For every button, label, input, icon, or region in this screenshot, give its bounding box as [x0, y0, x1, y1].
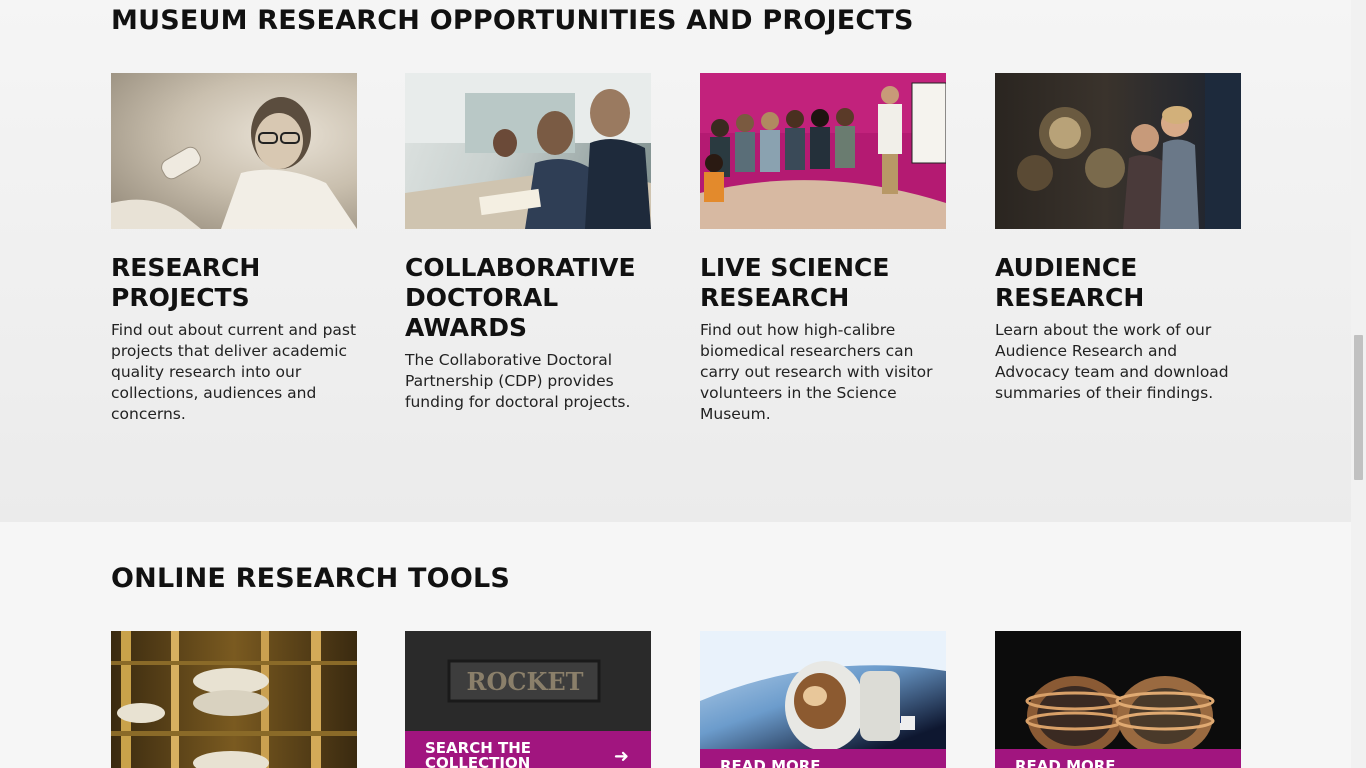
- rocket-plate-photo: ROCKET: [405, 631, 651, 731]
- astronaut-photo: [700, 631, 946, 751]
- read-more-label: READ MORE: [720, 757, 821, 768]
- collaborative-doctoral-image[interactable]: [405, 73, 651, 229]
- machine-visitors-photo: [1017, 73, 1241, 229]
- live-science-image[interactable]: [700, 73, 946, 229]
- search-collection-label: SEARCH THE COLLECTION: [425, 739, 532, 768]
- difference-engine-photo: [111, 631, 357, 768]
- arrow-right-icon: ➜: [613, 746, 629, 767]
- scrollbar-thumb[interactable]: [1354, 335, 1363, 480]
- research-heading: MUSEUM RESEARCH OPPORTUNITIES AND PROJEC…: [111, 5, 914, 36]
- card-research-projects: RESEARCH PROJECTS Find out about current…: [111, 73, 357, 425]
- scientist-photo: [111, 97, 357, 229]
- research-projects-image[interactable]: [111, 73, 357, 229]
- online-tools-section: ONLINE RESEARCH TOOLS ROCKET SEARCH THE …: [0, 522, 1351, 768]
- card-description: Find out about current and past projects…: [111, 321, 357, 423]
- library-photo: [405, 73, 651, 229]
- card-title[interactable]: LIVE SCIENCE RESEARCH: [700, 253, 946, 313]
- vertical-scrollbar[interactable]: [1351, 0, 1366, 768]
- card-audience-research: AUDIENCE RESEARCH Learn about the work o…: [995, 73, 1241, 404]
- card-description: The Collaborative Doctoral Partnership (…: [405, 351, 631, 411]
- page: MUSEUM RESEARCH OPPORTUNITIES AND PROJEC…: [0, 0, 1351, 768]
- card-collaborative-doctoral-awards: COLLABORATIVE DOCTORAL AWARDS The Collab…: [405, 73, 651, 413]
- search-collection-button[interactable]: SEARCH THE COLLECTION ➜: [405, 731, 651, 768]
- online-tools-heading: ONLINE RESEARCH TOOLS: [111, 563, 511, 594]
- card-title[interactable]: RESEARCH PROJECTS: [111, 253, 357, 313]
- helmets-photo: [1025, 676, 1215, 756]
- tool-card-astronaut[interactable]: READ MORE ➜: [700, 631, 946, 768]
- read-more-button[interactable]: READ MORE ➜: [700, 749, 946, 768]
- card-description: Learn about the work of our Audience Res…: [995, 321, 1229, 402]
- card-description: Find out how high-calibre biomedical res…: [700, 321, 933, 423]
- audience-photo: [700, 73, 946, 229]
- card-title[interactable]: COLLABORATIVE DOCTORAL AWARDS: [405, 253, 651, 343]
- rocket-text: ROCKET: [467, 667, 584, 696]
- read-more-button[interactable]: READ MORE ➜: [995, 749, 1241, 768]
- tool-card-search-collection[interactable]: ROCKET SEARCH THE COLLECTION ➜: [405, 631, 651, 768]
- tool-card-difference-engine[interactable]: [111, 631, 357, 768]
- tool-card-helmets[interactable]: READ MORE ➜: [995, 631, 1241, 768]
- research-section: MUSEUM RESEARCH OPPORTUNITIES AND PROJEC…: [0, 0, 1351, 522]
- card-live-science-research: LIVE SCIENCE RESEARCH Find out how high-…: [700, 73, 946, 425]
- card-title[interactable]: AUDIENCE RESEARCH: [995, 253, 1241, 313]
- read-more-label: READ MORE: [1015, 757, 1116, 768]
- audience-research-image[interactable]: [995, 73, 1241, 229]
